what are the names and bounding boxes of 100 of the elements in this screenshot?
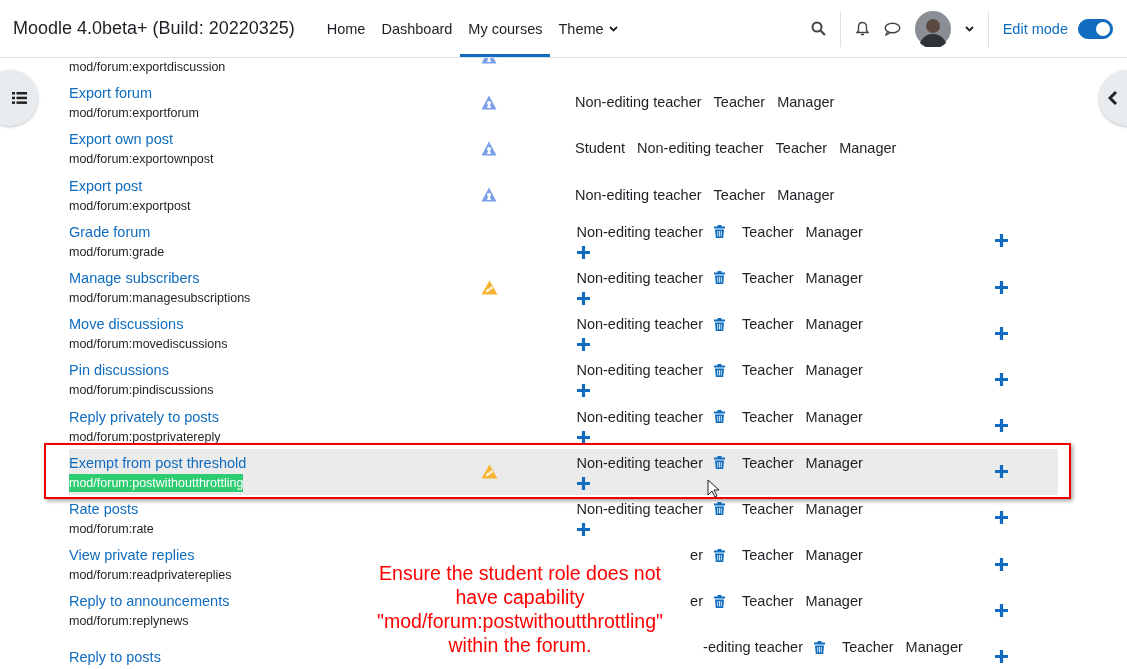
role-name: Teacher	[742, 316, 794, 333]
role-name: Manager	[805, 269, 863, 286]
capability-link[interactable]: Grade forum	[69, 220, 151, 243]
bell-icon[interactable]	[854, 20, 870, 37]
role-name: Teacher	[742, 500, 794, 517]
capability-link[interactable]: Reply privately to posts	[69, 405, 219, 428]
capability-link[interactable]: Manage subscribers	[69, 267, 200, 290]
chat-icon[interactable]	[883, 21, 901, 36]
role-name: Manager	[805, 593, 863, 610]
capability-id: mod/forum:postprivatereply	[69, 428, 221, 446]
caret-icon[interactable]	[964, 25, 974, 32]
add-role-icon[interactable]	[577, 245, 590, 259]
role-name: Manager	[805, 500, 863, 517]
capability-id: mod/forum:exportownpost	[69, 151, 214, 169]
nav-link[interactable]: Theme	[550, 0, 626, 57]
role-name: Non-editing teacher	[575, 316, 703, 333]
add-prohibit-icon[interactable]	[995, 650, 1008, 664]
trash-icon[interactable]	[714, 271, 725, 285]
capability-link[interactable]: Export post	[69, 174, 143, 197]
capability-link[interactable]: Move discussions	[69, 313, 184, 336]
spam-risk-icon	[481, 464, 498, 480]
add-prohibit-icon[interactable]	[995, 511, 1008, 525]
add-role-icon[interactable]	[577, 430, 590, 444]
role-name: Teacher	[742, 408, 794, 425]
capability-id: mod/forum:movediscussions	[69, 336, 228, 354]
nav-link[interactable]: My courses	[460, 0, 551, 57]
role-name: Manager	[805, 408, 863, 425]
capability-id: mod/forum:postwithoutthrottling	[69, 473, 244, 492]
caret-icon	[608, 25, 618, 32]
capability-id: mod/forum:managesubscriptions	[69, 290, 251, 308]
nav-link[interactable]: Home	[318, 0, 374, 57]
capability-link[interactable]: Exempt from post threshold	[69, 451, 247, 474]
add-prohibit-icon[interactable]	[995, 234, 1008, 248]
role-name: Teacher	[742, 593, 794, 610]
site-title[interactable]: Moodle 4.0beta+ (Build: 20220325)	[13, 18, 295, 39]
role-name: Manager	[805, 454, 863, 471]
search-icon[interactable]	[810, 21, 826, 36]
trash-icon[interactable]	[714, 225, 725, 239]
user-avatar[interactable]	[914, 10, 951, 47]
capability-id: mod/forum:grade	[69, 243, 165, 261]
role-name: Manager	[777, 186, 835, 203]
add-prohibit-icon[interactable]	[995, 326, 1008, 340]
role-name: Non-editing teacher	[575, 408, 703, 425]
chevron-left-icon	[1108, 90, 1118, 106]
list-icon	[11, 92, 27, 104]
add-role-icon[interactable]	[577, 291, 590, 305]
trash-icon[interactable]	[714, 456, 725, 470]
add-prohibit-icon[interactable]	[995, 280, 1008, 294]
role-name: Teacher	[713, 94, 766, 111]
trash-icon[interactable]	[714, 548, 725, 562]
add-prohibit-icon[interactable]	[995, 557, 1008, 571]
capability-link[interactable]: View private replies	[69, 544, 195, 567]
capability-id: mod/forum:rate	[69, 520, 154, 538]
role-name: Manager	[839, 140, 897, 157]
role-name: Manager	[805, 547, 863, 564]
role-name: Manager	[805, 223, 863, 240]
role-name: Manager	[805, 316, 863, 333]
role-name: Teacher	[713, 186, 766, 203]
role-name: Non-editing teacher	[575, 223, 703, 240]
role-name: Student	[575, 140, 625, 157]
capability-link[interactable]: Rate posts	[69, 497, 139, 520]
capability-id: mod/forum:replynews	[69, 613, 189, 631]
add-prohibit-icon[interactable]	[995, 419, 1008, 433]
role-name: Non-editing teacher	[575, 269, 703, 286]
capability-id: mod/forum:exportdiscussion	[69, 59, 226, 77]
role-name: Non-editing teacher	[575, 94, 702, 111]
role-name: er	[689, 547, 703, 564]
trash-icon[interactable]	[714, 410, 725, 423]
capability-link[interactable]: Pin discussions	[69, 359, 169, 382]
add-prohibit-icon[interactable]	[995, 372, 1008, 386]
edit-mode-toggle[interactable]	[1078, 18, 1113, 39]
role-name: Teacher	[742, 547, 794, 564]
role-name: Manager	[777, 94, 835, 111]
trash-icon[interactable]	[714, 502, 725, 516]
trash-icon[interactable]	[714, 594, 725, 608]
capability-link[interactable]: Export own post	[69, 128, 173, 151]
add-role-icon[interactable]	[577, 522, 590, 536]
role-name: Non-editing teacher	[637, 140, 764, 157]
trash-icon[interactable]	[714, 317, 725, 331]
mouse-cursor-icon	[707, 479, 720, 498]
role-name: Non-editing teacher	[575, 500, 703, 517]
role-name: Non-editing teacher	[575, 186, 702, 203]
trash-icon[interactable]	[714, 363, 725, 377]
add-role-icon[interactable]	[577, 338, 590, 352]
role-name: Manager	[805, 362, 863, 379]
capability-link[interactable]: Export forum	[69, 82, 152, 105]
add-role-icon[interactable]	[577, 476, 590, 490]
role-name: Teacher	[742, 223, 794, 240]
add-prohibit-icon[interactable]	[995, 465, 1008, 479]
role-name: Teacher	[742, 362, 794, 379]
trash-icon[interactable]	[814, 640, 825, 654]
role-name: Teacher	[742, 454, 794, 471]
add-role-icon[interactable]	[577, 384, 590, 398]
capability-id: mod/forum:readprivatereplies	[69, 567, 232, 585]
capability-link[interactable]: Reply to posts	[69, 645, 161, 668]
spam-risk-icon	[481, 279, 498, 295]
add-prohibit-icon[interactable]	[995, 603, 1008, 617]
capability-link[interactable]: Reply to announcements	[69, 590, 230, 613]
capability-id: mod/forum:exportpost	[69, 197, 191, 215]
nav-link[interactable]: Dashboard	[373, 0, 461, 57]
